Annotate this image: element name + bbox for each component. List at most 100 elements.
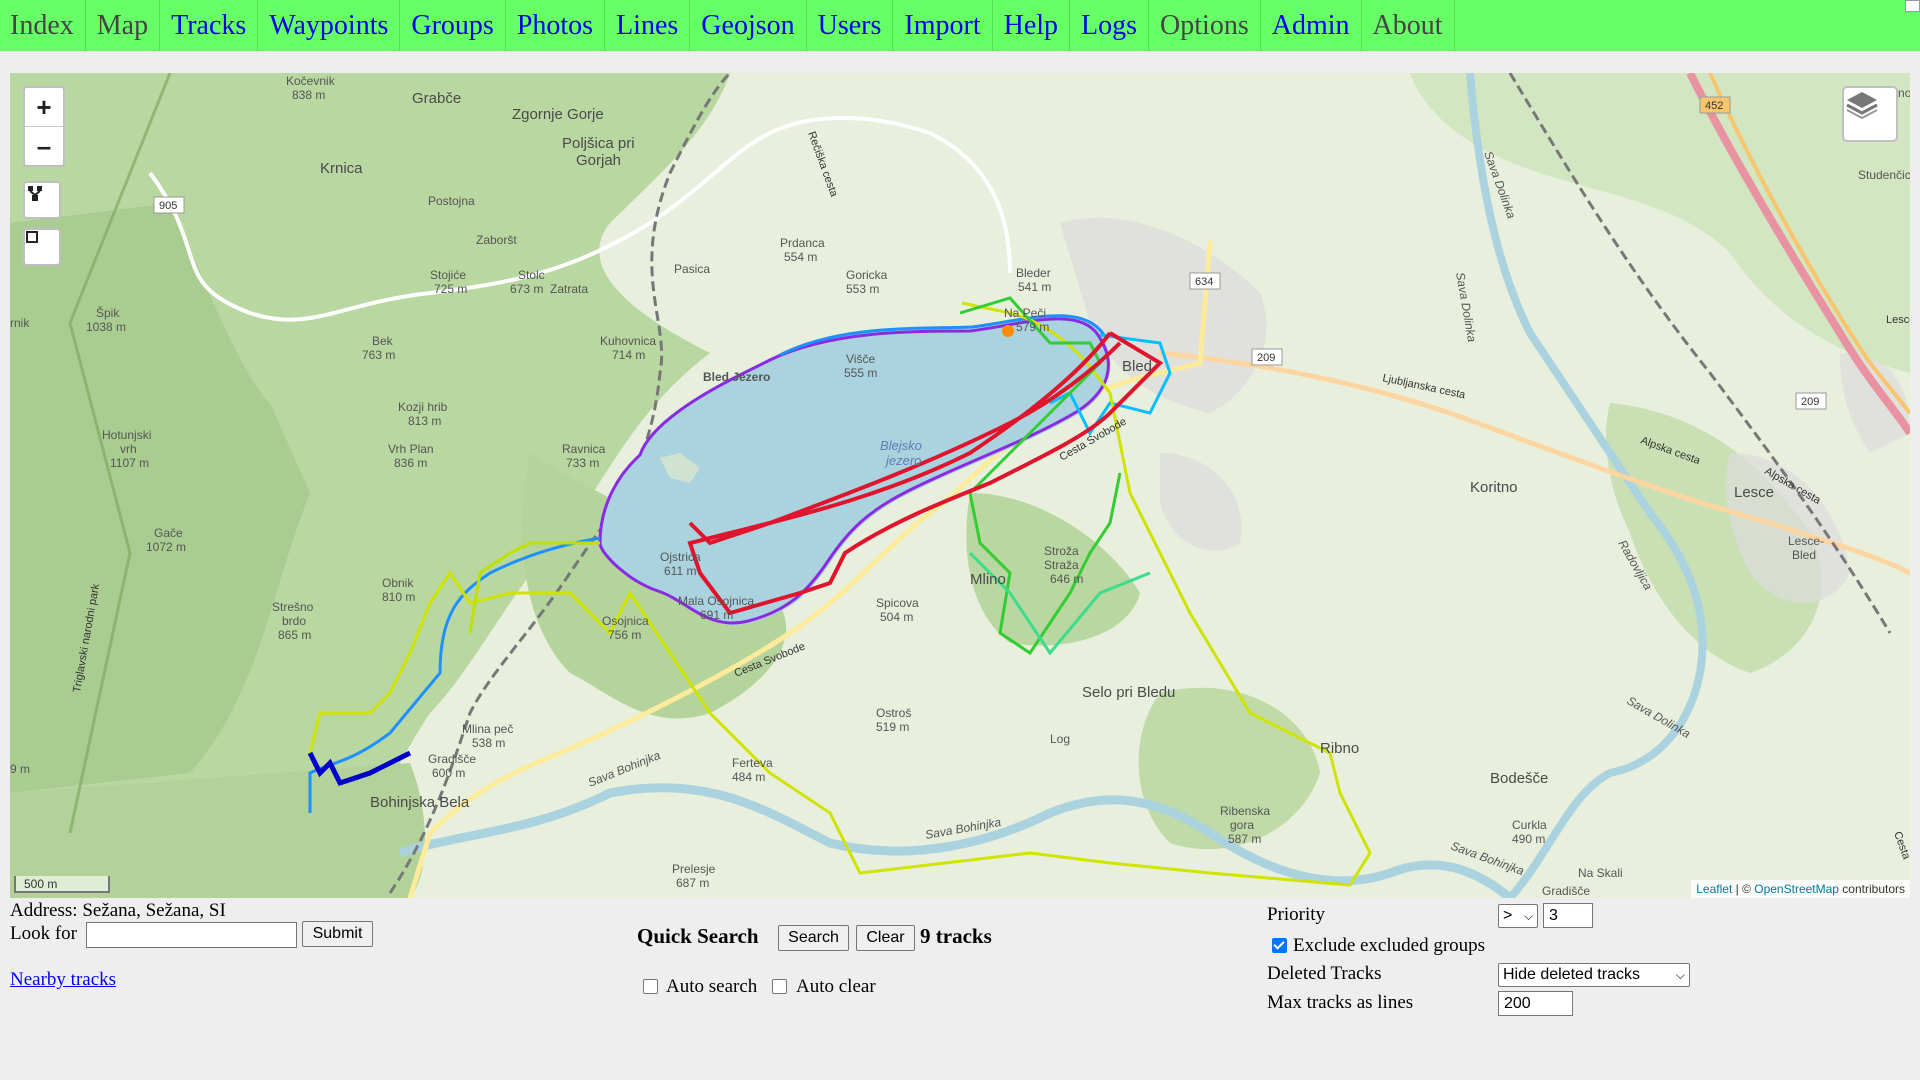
svg-text:756 m: 756 m (608, 628, 641, 642)
exclude-groups-label: Exclude excluded groups (1293, 935, 1486, 956)
auto-search-checkbox[interactable] (643, 979, 658, 994)
search-button[interactable]: Search (778, 925, 849, 951)
svg-text:611 m: 611 m (664, 564, 696, 578)
nav-about[interactable]: About (1362, 0, 1455, 51)
square-icon (26, 231, 38, 243)
tracks-count: 9 tracks (920, 924, 992, 948)
svg-text:Selo pri Bledu: Selo pri Bledu (1082, 684, 1175, 701)
svg-text:Obnik: Obnik (382, 576, 414, 590)
map-tiles: Bled Bled Jezero Blejsko jezero Kočevnik… (10, 73, 1910, 898)
chevron-down-icon: ⌵ (1675, 967, 1685, 982)
svg-text:Lesce: Lesce (1886, 314, 1910, 326)
draw-line-button[interactable] (23, 181, 61, 219)
measure-icon (28, 186, 42, 201)
svg-text:Na Skali: Na Skali (1578, 866, 1623, 880)
nav-lines[interactable]: Lines (605, 0, 691, 51)
deleted-tracks-select[interactable]: Hide deleted tracks ⌵ (1498, 963, 1690, 987)
marker-orange (1002, 325, 1014, 337)
svg-text:838 m: 838 m (292, 88, 325, 102)
deleted-tracks-value: Hide deleted tracks (1503, 966, 1640, 983)
svg-text:813 m: 813 m (408, 414, 441, 428)
svg-text:Bek: Bek (372, 334, 394, 348)
svg-text:jezero: jezero (884, 453, 921, 468)
svg-text:Bohinjska Bela: Bohinjska Bela (370, 794, 470, 811)
layers-button[interactable] (1842, 86, 1898, 142)
priority-operator-value: > (1503, 907, 1513, 924)
svg-text:634: 634 (1195, 276, 1213, 288)
svg-text:Studenčic: Studenčic (1858, 168, 1910, 182)
osm-link[interactable]: OpenStreetMap (1754, 882, 1839, 896)
main-navbar: Index Map Tracks Waypoints Groups Photos… (0, 0, 1920, 51)
svg-text:Stolc: Stolc (518, 268, 545, 282)
svg-text:673 m: 673 m (510, 282, 543, 296)
svg-text:vrh: vrh (120, 442, 137, 456)
svg-text:209: 209 (1257, 352, 1275, 364)
svg-text:rnik: rnik (10, 316, 30, 330)
svg-text:Ribenska: Ribenska (1220, 804, 1270, 818)
svg-text:Gradišče: Gradišče (428, 752, 476, 766)
svg-text:490 m: 490 m (1512, 832, 1545, 846)
svg-text:579 m: 579 m (1016, 320, 1049, 334)
look-for-input[interactable] (86, 922, 297, 948)
svg-text:Goricka: Goricka (846, 268, 888, 282)
svg-text:1072 m: 1072 m (146, 540, 186, 554)
nav-waypoints[interactable]: Waypoints (258, 0, 401, 51)
svg-text:Koritno: Koritno (1470, 479, 1518, 496)
svg-text:Bleder: Bleder (1016, 266, 1051, 280)
nav-options[interactable]: Options (1149, 0, 1261, 51)
exclude-groups-checkbox[interactable] (1272, 938, 1287, 953)
svg-text:Blejsko: Blejsko (880, 438, 922, 453)
svg-text:553 m: 553 m (846, 282, 879, 296)
nav-logs[interactable]: Logs (1070, 0, 1150, 51)
nav-index[interactable]: Index (0, 0, 86, 51)
svg-text:Kozji hrib: Kozji hrib (398, 400, 448, 414)
nearby-tracks-link[interactable]: Nearby tracks (10, 969, 116, 991)
nav-users[interactable]: Users (807, 0, 894, 51)
deleted-tracks-label: Deleted Tracks (1267, 963, 1382, 984)
svg-text:Bled: Bled (1122, 358, 1152, 375)
svg-text:646 m: 646 m (1050, 572, 1083, 586)
svg-text:Poljšica pri: Poljšica pri (562, 135, 635, 152)
auto-clear-checkbox[interactable] (772, 979, 787, 994)
map-view[interactable]: Bled Bled Jezero Blejsko jezero Kočevnik… (10, 73, 1910, 898)
priority-value-input[interactable] (1543, 903, 1593, 928)
svg-text:Pasica: Pasica (674, 262, 710, 276)
priority-operator-select[interactable]: > ⌵ (1498, 904, 1538, 928)
svg-text:Mlino: Mlino (970, 571, 1006, 588)
nav-import[interactable]: Import (893, 0, 993, 51)
nav-photos[interactable]: Photos (506, 0, 606, 51)
svg-text:Log: Log (1050, 732, 1070, 746)
auto-clear-label: Auto clear (796, 976, 876, 997)
svg-text:538 m: 538 m (472, 736, 505, 750)
leaflet-link[interactable]: Leaflet (1696, 882, 1732, 896)
nav-groups[interactable]: Groups (400, 0, 506, 51)
svg-text:Strešno: Strešno (272, 600, 314, 614)
svg-text:Višče: Višče (846, 352, 875, 366)
scale-bar: 500 m (14, 876, 110, 893)
svg-text:Osojnica: Osojnica (602, 614, 649, 628)
address-label: Address: (10, 900, 78, 921)
quick-search-label: Quick Search (637, 924, 759, 948)
svg-text:Ferteva: Ferteva (732, 756, 773, 770)
nav-help[interactable]: Help (993, 0, 1071, 51)
nav-map[interactable]: Map (86, 0, 161, 51)
svg-text:Na Peči: Na Peči (1004, 306, 1046, 320)
nav-tracks[interactable]: Tracks (160, 0, 259, 51)
svg-text:587 m: 587 m (1228, 832, 1261, 846)
draw-rectangle-button[interactable] (23, 228, 61, 266)
clear-button[interactable]: Clear (856, 925, 915, 951)
max-tracks-input[interactable] (1498, 991, 1573, 1016)
svg-text:Bled Jezero: Bled Jezero (703, 370, 770, 384)
map-attribution: Leaflet | © OpenStreetMap contributors (1691, 880, 1910, 898)
nav-geojson[interactable]: Geojson (690, 0, 807, 51)
zoom-out-button[interactable]: – (25, 126, 63, 165)
nav-admin[interactable]: Admin (1261, 0, 1362, 51)
svg-text:Bodešče: Bodešče (1490, 770, 1548, 787)
svg-text:687 m: 687 m (676, 876, 709, 890)
svg-text:865 m: 865 m (278, 628, 311, 642)
svg-text:519 m: 519 m (876, 720, 909, 734)
chevron-down-icon: ⌵ (1523, 908, 1533, 923)
zoom-in-button[interactable]: + (25, 88, 63, 126)
address-value: Sežana, Sežana, SI (82, 900, 226, 921)
submit-button[interactable]: Submit (302, 921, 373, 947)
